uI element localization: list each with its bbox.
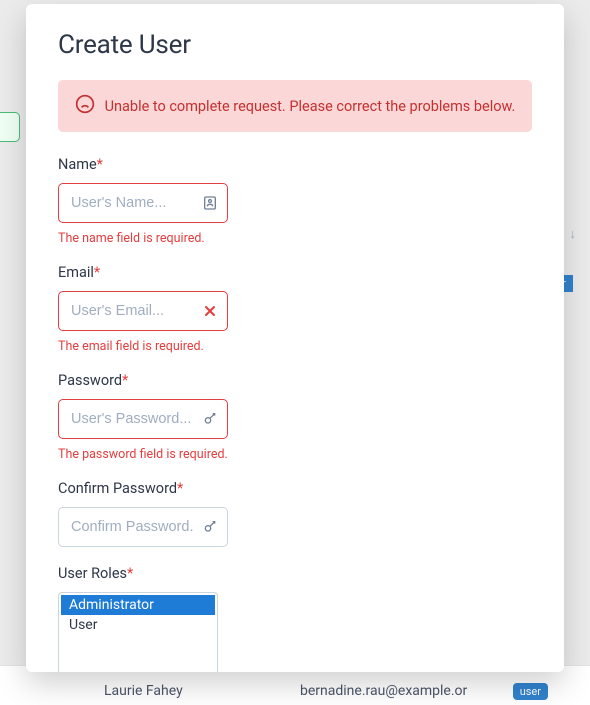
name-label: Name* [58, 156, 532, 173]
role-option-user[interactable]: User [61, 615, 215, 635]
field-user-roles: User Roles* Administrator User [58, 565, 532, 672]
required-marker: * [177, 480, 183, 497]
modal-overlay: Create User Unable to complete request. … [0, 0, 590, 705]
name-error: The name field is required. [58, 231, 532, 246]
contact-card-icon [202, 195, 218, 211]
confirm-password-label: Confirm Password* [58, 480, 532, 497]
frown-icon [75, 94, 95, 118]
create-user-modal: Create User Unable to complete request. … [26, 4, 564, 672]
field-email: Email* The email field is required. [58, 264, 532, 354]
roles-label: User Roles* [58, 565, 532, 582]
modal-scroll-area[interactable]: Create User Unable to complete request. … [26, 4, 564, 672]
required-marker: * [97, 156, 103, 173]
error-alert: Unable to complete request. Please corre… [58, 80, 532, 132]
confirm-password-label-text: Confirm Password [58, 480, 177, 497]
error-alert-text: Unable to complete request. Please corre… [105, 98, 516, 115]
required-marker: * [94, 264, 100, 281]
email-error: The email field is required. [58, 339, 532, 354]
roles-listbox[interactable]: Administrator User [58, 592, 218, 672]
name-label-text: Name [58, 156, 97, 173]
email-label-text: Email [58, 264, 94, 281]
key-icon [202, 519, 218, 535]
field-confirm-password: Confirm Password* [58, 480, 532, 547]
field-name: Name* The name field is required. [58, 156, 532, 246]
required-marker: * [127, 565, 133, 582]
role-option-administrator[interactable]: Administrator [61, 595, 215, 615]
password-error: The password field is required. [58, 447, 532, 462]
clear-icon[interactable] [202, 303, 218, 319]
key-icon [202, 411, 218, 427]
roles-label-text: User Roles [58, 565, 127, 582]
password-label: Password* [58, 372, 532, 389]
required-marker: * [122, 372, 128, 389]
field-password: Password* The password field is required… [58, 372, 532, 462]
password-label-text: Password [58, 372, 122, 389]
modal-title: Create User [58, 30, 532, 60]
email-label: Email* [58, 264, 532, 281]
